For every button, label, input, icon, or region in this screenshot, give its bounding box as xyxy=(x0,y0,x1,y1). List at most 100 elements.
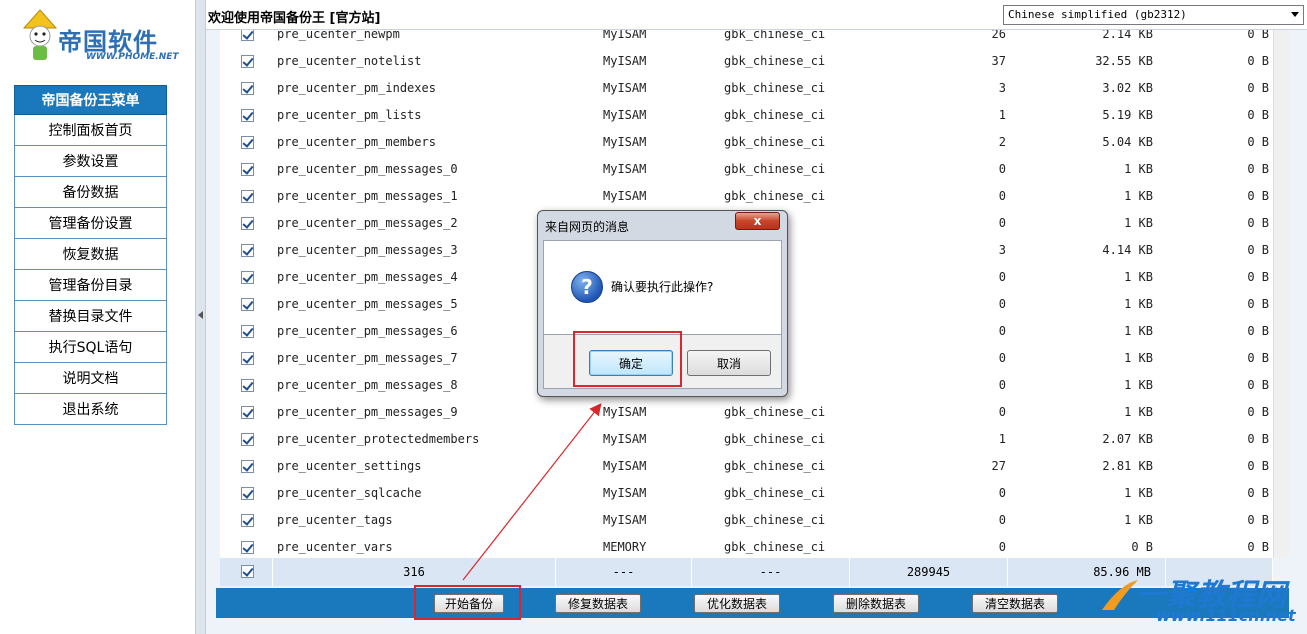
repair-tables-button[interactable]: 修复数据表 xyxy=(555,594,641,613)
table-row: pre_ucenter_vars MEMORY gbk_chinese_ci 0 0 B… xyxy=(220,534,1273,558)
table-row: pre_ucenter_newpm MyISAM gbk_chinese_ci 26 2… xyxy=(220,30,1273,48)
highlight-box-ok xyxy=(573,331,682,387)
row-checkbox[interactable] xyxy=(241,55,254,68)
table-engine: MEMORY xyxy=(603,540,647,554)
totals-rows: 289945 xyxy=(850,558,1008,586)
row-checkbox[interactable] xyxy=(241,30,254,41)
delete-tables-button[interactable]: 删除数据表 xyxy=(833,594,919,613)
menu-item-run-sql[interactable]: 执行SQL语句 xyxy=(14,332,167,363)
table-name: pre_ucenter_pm_messages_5 xyxy=(277,297,458,311)
table-overhead: 0 B xyxy=(1247,30,1269,41)
row-checkbox[interactable] xyxy=(241,460,254,473)
menu-item-restore[interactable]: 恢复数据 xyxy=(14,239,167,270)
table-engine: MyISAM xyxy=(603,81,647,95)
row-checkbox[interactable] xyxy=(241,244,254,257)
menu-item-manage-backup-settings[interactable]: 管理备份设置 xyxy=(14,208,167,239)
watermark-url: www.111cn.net xyxy=(1156,606,1296,625)
table-engine: MyISAM xyxy=(603,459,647,473)
table-rows: 0 xyxy=(998,513,1006,527)
table-overhead: 0 B xyxy=(1247,459,1269,473)
menu-item-manage-backup-dir[interactable]: 管理备份目录 xyxy=(14,270,167,301)
scrollbar[interactable] xyxy=(1273,30,1289,558)
table-size: 1 KB xyxy=(1124,162,1153,176)
table-overhead: 0 B xyxy=(1247,270,1269,284)
dialog-title: 来自网页的消息 xyxy=(545,220,630,234)
logo: 帝国软件 WWW.PHOME.NET xyxy=(18,6,179,66)
row-checkbox[interactable] xyxy=(241,487,254,500)
dialog-close-button[interactable]: x xyxy=(735,212,780,230)
row-checkbox[interactable] xyxy=(241,406,254,419)
row-checkbox[interactable] xyxy=(241,379,254,392)
table-engine: MyISAM xyxy=(603,108,647,122)
table-name: pre_ucenter_pm_messages_4 xyxy=(277,270,458,284)
table-name: pre_ucenter_settings xyxy=(277,459,422,473)
row-checkbox[interactable] xyxy=(241,136,254,149)
table-rows: 3 xyxy=(998,243,1006,257)
collapse-arrow-icon[interactable] xyxy=(198,311,203,319)
highlight-box-start xyxy=(414,585,521,620)
table-row: pre_ucenter_notelist MyISAM gbk_chinese_ci… xyxy=(220,48,1273,75)
table-overhead: 0 B xyxy=(1247,486,1269,500)
table-engine: MyISAM xyxy=(603,54,647,68)
table-rows: 0 xyxy=(998,540,1006,554)
row-checkbox[interactable] xyxy=(241,217,254,230)
frame-splitter[interactable] xyxy=(195,0,206,634)
table-overhead: 0 B xyxy=(1247,513,1269,527)
table-name: pre_ucenter_pm_messages_8 xyxy=(277,378,458,392)
row-checkbox[interactable] xyxy=(241,109,254,122)
logo-url: WWW.PHOME.NET xyxy=(86,52,179,62)
table-overhead: 0 B xyxy=(1247,216,1269,230)
row-checkbox[interactable] xyxy=(241,190,254,203)
optimize-tables-button[interactable]: 优化数据表 xyxy=(694,594,780,613)
table-size: 1 KB xyxy=(1124,513,1153,527)
table-name: pre_ucenter_pm_lists xyxy=(277,108,422,122)
dialog-cancel-button[interactable]: 取消 xyxy=(687,350,771,376)
empty-tables-button[interactable]: 清空数据表 xyxy=(972,594,1058,613)
table-name: pre_ucenter_pm_indexes xyxy=(277,81,436,95)
table-engine: MyISAM xyxy=(603,486,647,500)
select-all-checkbox[interactable] xyxy=(241,565,254,578)
row-checkbox[interactable] xyxy=(241,352,254,365)
row-checkbox[interactable] xyxy=(241,271,254,284)
watermark: 一聚教程网 www.111cn.net xyxy=(1100,568,1300,628)
row-checkbox[interactable] xyxy=(241,298,254,311)
row-checkbox[interactable] xyxy=(241,163,254,176)
table-size: 1 KB xyxy=(1124,378,1153,392)
table-overhead: 0 B xyxy=(1247,432,1269,446)
table-rows: 3 xyxy=(998,81,1006,95)
row-checkbox[interactable] xyxy=(241,82,254,95)
table-size: 2.14 KB xyxy=(1102,30,1153,41)
table-collation: gbk_chinese_ci xyxy=(724,189,826,203)
table-collation: gbk_chinese_ci xyxy=(724,405,826,419)
table-size: 1 KB xyxy=(1124,351,1153,365)
table-overhead: 0 B xyxy=(1247,108,1269,122)
menu-item-dashboard[interactable]: 控制面板首页 xyxy=(14,115,167,146)
table-collation: gbk_chinese_ci xyxy=(724,513,826,527)
menu-item-settings[interactable]: 参数设置 xyxy=(14,146,167,177)
row-checkbox[interactable] xyxy=(241,325,254,338)
table-collation: gbk_chinese_ci xyxy=(724,108,826,122)
table-collation: gbk_chinese_ci xyxy=(724,54,826,68)
menu-item-backup[interactable]: 备份数据 xyxy=(14,177,167,208)
menu-item-logout[interactable]: 退出系统 xyxy=(14,394,167,425)
table-rows: 27 xyxy=(991,459,1006,473)
question-icon: ? xyxy=(571,271,603,303)
language-select[interactable]: Chinese simplified (gb2312) xyxy=(1003,5,1304,25)
menu-item-docs[interactable]: 说明文档 xyxy=(14,363,167,394)
table-row: pre_ucenter_pm_messages_1 MyISAM gbk_chine… xyxy=(220,183,1273,210)
table-collation: gbk_chinese_ci xyxy=(724,135,826,149)
table-engine: MyISAM xyxy=(603,432,647,446)
row-checkbox[interactable] xyxy=(241,514,254,527)
table-name: pre_ucenter_newpm xyxy=(277,30,400,41)
row-checkbox[interactable] xyxy=(241,433,254,446)
menu-item-replace-files[interactable]: 替换目录文件 xyxy=(14,301,167,332)
watermark-swoosh-icon xyxy=(1102,580,1138,610)
table-name: pre_ucenter_pm_messages_3 xyxy=(277,243,458,257)
row-checkbox[interactable] xyxy=(241,541,254,554)
table-size: 1 KB xyxy=(1124,189,1153,203)
table-size: 5.19 KB xyxy=(1102,108,1153,122)
table-rows: 0 xyxy=(998,189,1006,203)
table-size: 2.07 KB xyxy=(1102,432,1153,446)
table-size: 32.55 KB xyxy=(1095,54,1153,68)
table-overhead: 0 B xyxy=(1247,324,1269,338)
